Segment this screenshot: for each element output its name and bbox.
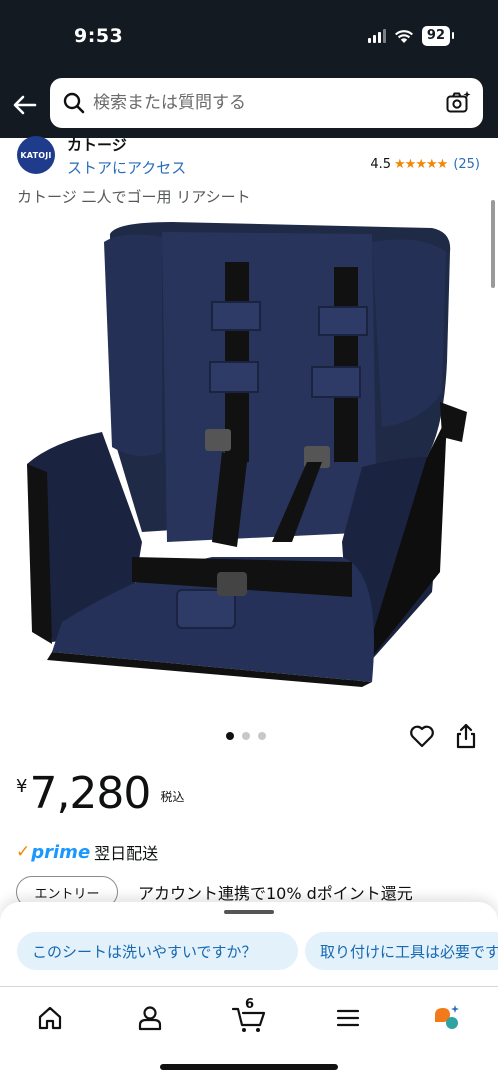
prime-delivery: ✓ prime 翌日配送 — [16, 840, 158, 864]
price: ¥ 7,280 税込 — [16, 768, 184, 820]
delivery-text: 翌日配送 — [94, 844, 159, 863]
product-image[interactable] — [22, 212, 472, 692]
rufus-assistant-icon[interactable] — [431, 1003, 461, 1033]
review-count[interactable]: (25) — [453, 157, 480, 172]
brand-logo-text: KATOJI — [20, 150, 52, 160]
home-indicator — [160, 1064, 338, 1070]
suggestion-chip[interactable]: このシートは洗いやすいですか？ — [17, 932, 298, 970]
product-title: カトージ 二人でゴー用 リアシート — [17, 188, 251, 206]
price-tax-label: 税込 — [160, 790, 185, 804]
brand-name: カトージ — [67, 136, 127, 154]
suggestion-chip[interactable]: 取り付けに工具は必要ですか — [305, 932, 498, 970]
carousel-dot[interactable] — [242, 732, 250, 740]
sheet-handle[interactable] — [224, 910, 274, 914]
rating[interactable]: 4.5 ★★★★★ (25) — [370, 157, 480, 172]
wifi-icon — [394, 29, 413, 43]
home-icon[interactable] — [35, 1003, 65, 1033]
account-icon[interactable] — [135, 1003, 165, 1033]
star-rating-icon: ★★★★★ — [394, 157, 448, 172]
status-time: 9:53 — [74, 25, 124, 47]
price-currency: ¥ — [16, 776, 28, 797]
signal-icon — [367, 29, 386, 43]
top-bar: 9:53 92 — [0, 0, 498, 138]
prime-check-icon: ✓ — [16, 842, 31, 862]
scrollbar[interactable] — [491, 200, 495, 288]
menu-icon[interactable] — [333, 1003, 363, 1033]
search-bar[interactable] — [50, 78, 483, 128]
brand-logo[interactable]: KATOJI — [17, 136, 55, 174]
share-icon[interactable] — [452, 722, 480, 750]
cart-count: 6 — [245, 997, 255, 1012]
camera-search-icon[interactable] — [445, 90, 471, 116]
promo-text: アカウント連携で10% dポイント還元 — [138, 884, 413, 903]
carousel-dot-active[interactable] — [226, 732, 234, 740]
product-page: 9:53 92 検索または質問する KATOJI カトージ ストアにアクセス 4… — [0, 0, 498, 1080]
back-arrow-icon[interactable] — [10, 90, 40, 120]
rating-value: 4.5 — [370, 157, 392, 172]
battery-indicator: 92 — [421, 26, 455, 46]
price-amount: 7,280 — [29, 768, 151, 819]
carousel-dot[interactable] — [258, 732, 266, 740]
bottom-nav: 6 — [0, 986, 498, 1080]
store-link[interactable]: ストアにアクセス — [67, 157, 186, 178]
image-carousel-dots[interactable] — [226, 732, 266, 740]
suggestion-sheet: このシートは洗いやすいですか？ 取り付けに工具は必要ですか — [0, 902, 498, 992]
search-icon — [63, 92, 85, 114]
search-input[interactable] — [93, 78, 433, 128]
heart-icon[interactable] — [408, 722, 436, 750]
cart-button[interactable]: 6 — [231, 997, 267, 1033]
prime-logo: prime — [31, 841, 91, 863]
status-icons: 92 — [367, 26, 455, 46]
